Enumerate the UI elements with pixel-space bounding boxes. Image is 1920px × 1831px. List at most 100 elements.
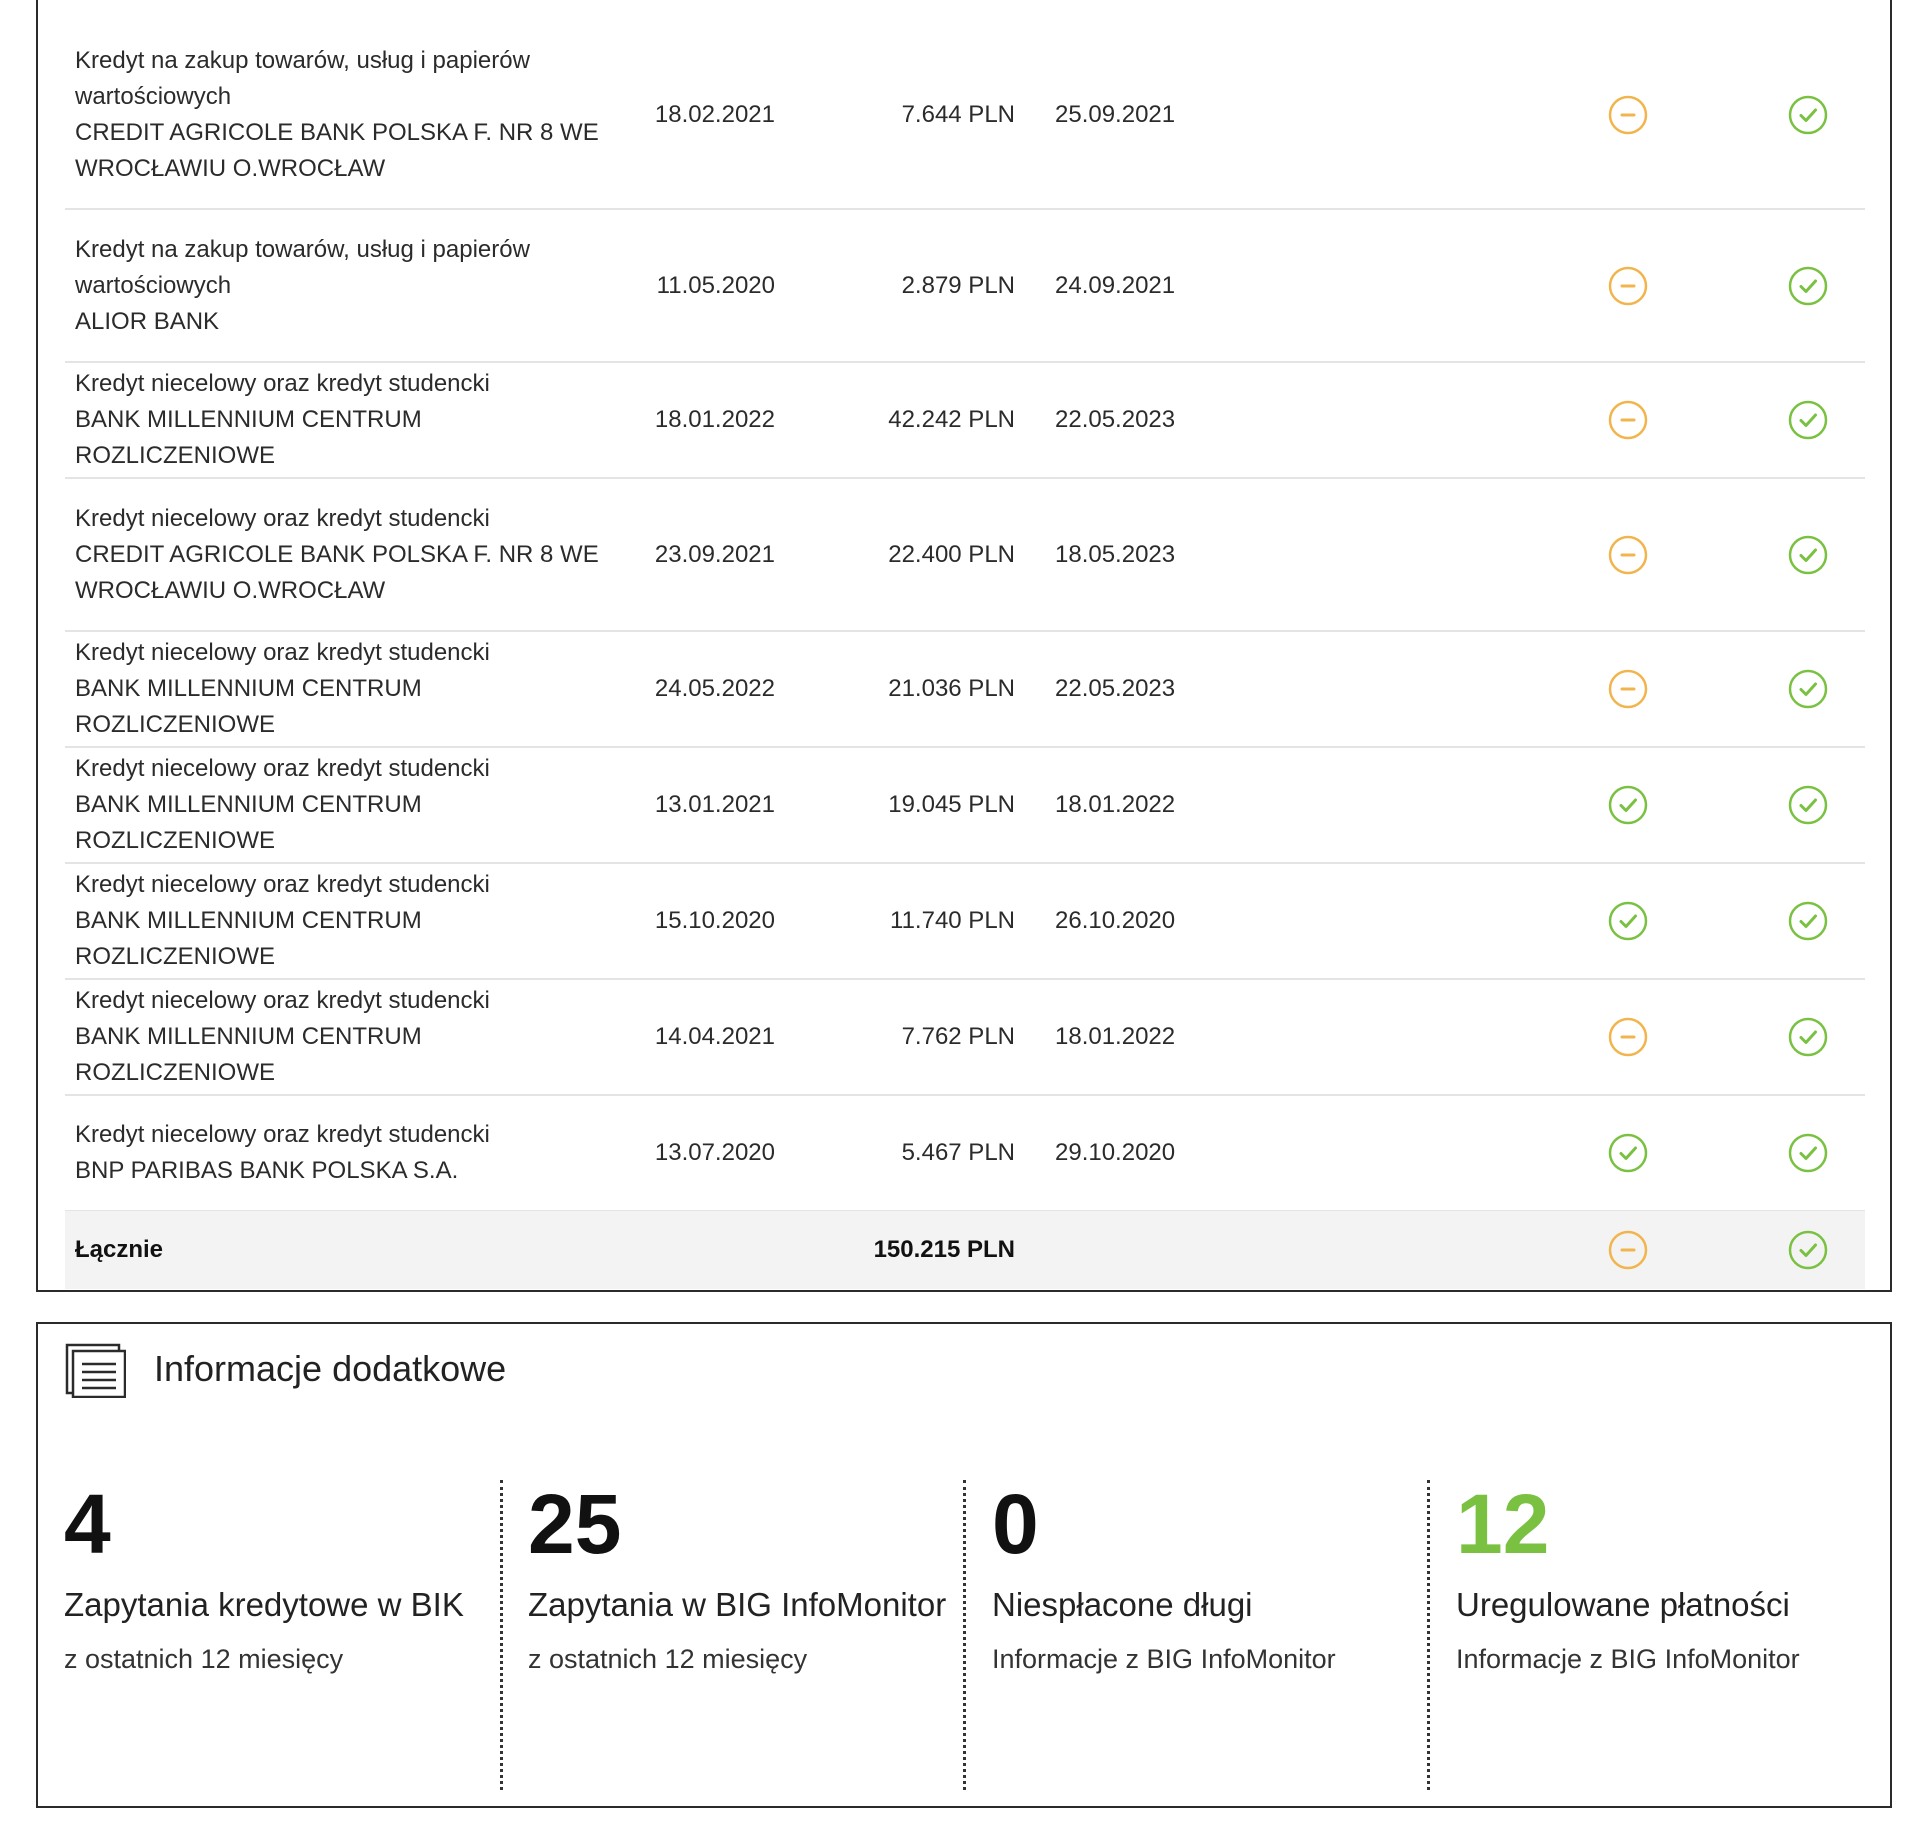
stat-label: Uregulowane płatności <box>1456 1586 1790 1623</box>
table-row: Kredyt niecelowy oraz kredyt studencki BN… <box>65 1096 1865 1212</box>
total-amount: 150.215 PLN <box>873 1236 1015 1263</box>
start-date: 14.04.2021 <box>654 1023 775 1050</box>
credit-type: Kredyt niecelowy oraz kredyt studencki <box>75 504 490 532</box>
check-circle-icon <box>1608 901 1648 941</box>
stat-value: 4 <box>64 1477 111 1571</box>
credit-description: Kredyt niecelowy oraz kredyt studencki BA… <box>75 867 615 975</box>
check-circle-icon <box>1788 1230 1828 1270</box>
end-date: 25.09.2021 <box>1055 101 1176 128</box>
stat-sublabel: Informacje z BIG InfoMonitor <box>1456 1644 1800 1674</box>
stat-sublabel: z ostatnich 12 miesięcy <box>528 1644 808 1674</box>
table-row: Kredyt na zakup towarów, usług i papieró… <box>65 210 1865 363</box>
credit-description: Kredyt na zakup towarów, usług i papieró… <box>75 43 615 187</box>
stat-credit-inquiries-bik: 4 Zapytania kredytowe w BIK z ostatnich … <box>64 1474 504 1790</box>
end-date: 26.10.2020 <box>1055 907 1176 934</box>
credit-description: Kredyt niecelowy oraz kredyt studencki BA… <box>75 751 615 859</box>
check-circle-icon <box>1788 669 1828 709</box>
creditor-name: wartościowych <box>75 83 232 110</box>
creditor-name: CREDIT AGRICOLE BANK POLSKA F. NR 8 WE <box>75 540 599 568</box>
creditor-name: BANK MILLENNIUM CENTRUM ROZLICZENIOWE <box>75 1023 422 1086</box>
check-circle-icon <box>1608 1133 1648 1173</box>
end-date: 29.10.2020 <box>1055 1139 1176 1166</box>
minus-circle-icon <box>1608 669 1648 709</box>
minus-circle-icon <box>1608 1017 1648 1057</box>
credit-description: Kredyt niecelowy oraz kredyt studencki BA… <box>75 366 615 474</box>
check-circle-icon <box>1608 785 1648 825</box>
check-circle-icon <box>1788 1133 1828 1173</box>
credit-amount: 22.400 PLN <box>888 540 1015 568</box>
credit-amount: 7.644 PLN <box>901 101 1015 128</box>
creditor-name: BANK MILLENNIUM CENTRUM ROZLICZENIOWE <box>75 675 422 738</box>
credit-type: Kredyt niecelowy oraz kredyt studencki <box>75 639 490 666</box>
credit-amount: 21.036 PLN <box>888 675 1015 702</box>
creditor-name: WROCŁAWIU O.WROCŁAW <box>75 155 386 182</box>
stat-label: Niespłacone długi <box>992 1586 1253 1623</box>
credit-amount: 42.242 PLN <box>888 406 1015 433</box>
table-row: Kredyt niecelowy oraz kredyt studencki BA… <box>65 980 1865 1096</box>
end-date: 24.09.2021 <box>1055 271 1176 299</box>
check-circle-icon <box>1788 785 1828 825</box>
credit-type: Kredyt niecelowy oraz kredyt studencki <box>75 370 490 397</box>
minus-circle-icon <box>1608 95 1648 135</box>
credit-amount: 2.879 PLN <box>901 271 1015 299</box>
check-circle-icon <box>1788 266 1828 306</box>
credit-amount: 11.740 PLN <box>890 907 1015 934</box>
check-circle-icon <box>1788 95 1828 135</box>
creditor-name: wartościowych <box>75 271 232 299</box>
check-circle-icon <box>1788 535 1828 575</box>
stat-label: Zapytania kredytowe w BIK <box>64 1586 464 1623</box>
creditor-name: WROCŁAWIU O.WROCŁAW <box>75 576 386 604</box>
table-row: Kredyt niecelowy oraz kredyt studencki BA… <box>65 363 1865 479</box>
stat-divider <box>500 1480 503 1790</box>
check-circle-icon <box>1788 1017 1828 1057</box>
stat-label: Zapytania w BIG InfoMonitor <box>528 1586 947 1623</box>
stat-sublabel: z ostatnich 12 miesięcy <box>64 1644 344 1674</box>
credit-description: Kredyt niecelowy oraz kredyt studencki BA… <box>75 983 615 1091</box>
credit-type: Kredyt niecelowy oraz kredyt studencki <box>75 1121 490 1148</box>
minus-circle-icon <box>1608 266 1648 306</box>
stat-divider <box>1427 1480 1430 1790</box>
stat-inquiries-big-infomonitor: 25 Zapytania w BIG InfoMonitor z ostatni… <box>528 1474 968 1790</box>
minus-circle-icon <box>1608 1230 1648 1270</box>
start-date: 24.05.2022 <box>654 675 775 702</box>
creditor-name: BANK MILLENNIUM CENTRUM ROZLICZENIOWE <box>75 406 422 469</box>
credit-type: Kredyt niecelowy oraz kredyt studencki <box>75 987 490 1014</box>
start-date: 13.07.2020 <box>654 1139 775 1166</box>
start-date: 13.01.2021 <box>654 791 775 818</box>
end-date: 18.01.2022 <box>1055 791 1176 818</box>
total-label: Łącznie <box>75 1232 615 1268</box>
credit-description: Kredyt na zakup towarów, usług i papieró… <box>75 232 615 340</box>
additional-info-panel: Informacje dodatkowe 4 Zapytania kredyto… <box>36 1322 1892 1808</box>
table-row: Kredyt niecelowy oraz kredyt studencki BA… <box>65 864 1865 980</box>
stat-value: 25 <box>528 1477 622 1571</box>
minus-circle-icon <box>1608 535 1648 575</box>
section-title: Informacje dodatkowe <box>154 1348 507 1389</box>
creditor-name: BANK MILLENNIUM CENTRUM ROZLICZENIOWE <box>75 907 422 970</box>
stat-sublabel: Informacje z BIG InfoMonitor <box>992 1644 1336 1674</box>
credit-amount: 7.762 PLN <box>901 1023 1015 1050</box>
table-row: Kredyt niecelowy oraz kredyt studencki CR… <box>65 479 1865 632</box>
end-date: 18.05.2023 <box>1055 540 1176 568</box>
start-date: 18.01.2022 <box>654 406 775 433</box>
total-label-text: Łącznie <box>75 1236 164 1263</box>
credit-description: Kredyt niecelowy oraz kredyt studencki BA… <box>75 635 615 743</box>
start-date: 15.10.2020 <box>654 907 775 934</box>
creditor-name: CREDIT AGRICOLE BANK POLSKA F. NR 8 WE <box>75 119 599 146</box>
start-date: 11.05.2020 <box>656 271 775 299</box>
credit-description: Kredyt niecelowy oraz kredyt studencki BN… <box>75 1117 615 1189</box>
document-lines-icon <box>64 1342 127 1399</box>
table-row: Kredyt niecelowy oraz kredyt studencki BA… <box>65 632 1865 748</box>
total-row: Łącznie 150.215 PLN <box>65 1211 1865 1289</box>
end-date: 22.05.2023 <box>1055 675 1176 702</box>
minus-circle-icon <box>1608 400 1648 440</box>
stat-value: 12 <box>1456 1477 1550 1571</box>
credit-type: Kredyt na zakup towarów, usług i papieró… <box>75 235 530 263</box>
start-date: 23.09.2021 <box>654 540 775 568</box>
end-date: 22.05.2023 <box>1055 406 1176 433</box>
stat-value: 0 <box>992 1477 1039 1571</box>
credit-type: Kredyt niecelowy oraz kredyt studencki <box>75 755 490 782</box>
check-circle-icon <box>1788 400 1828 440</box>
creditor-name: ALIOR BANK <box>75 307 220 335</box>
credit-table: Kredyt na zakup towarów, usług i papieró… <box>36 0 1892 1292</box>
check-circle-icon <box>1788 901 1828 941</box>
